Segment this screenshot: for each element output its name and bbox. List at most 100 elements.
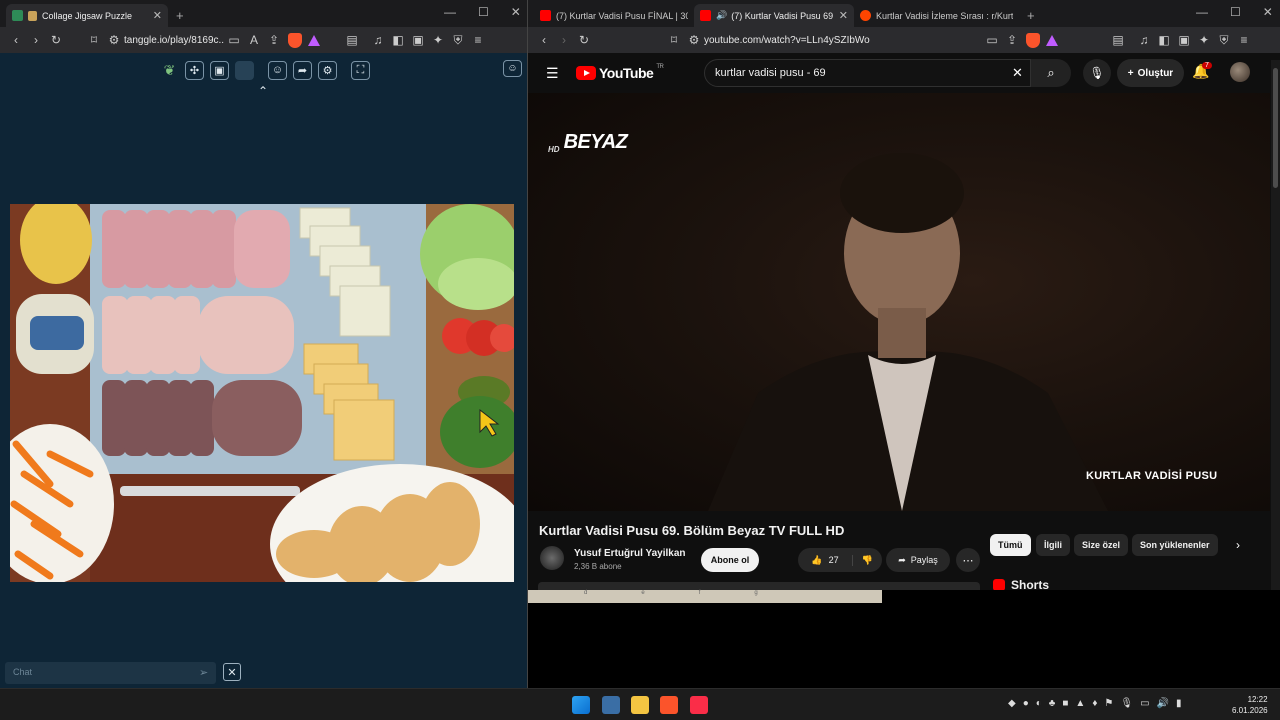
- system-clock[interactable]: 12:22 6.01.2026: [1232, 694, 1268, 716]
- battery-icon[interactable]: ▮: [1176, 698, 1182, 709]
- bookmark-icon[interactable]: ⌑: [664, 33, 684, 47]
- reload-icon[interactable]: ↻: [46, 33, 66, 47]
- tray-app-icon[interactable]: ♦: [1092, 698, 1097, 709]
- more-actions-icon[interactable]: ⋯: [956, 548, 980, 572]
- background-square-icon[interactable]: [235, 60, 254, 80]
- sidebar-icon[interactable]: ◧: [388, 33, 408, 47]
- leo-icon[interactable]: ✦: [428, 33, 448, 47]
- users-icon[interactable]: ☺: [268, 60, 287, 80]
- brave-rewards-icon[interactable]: [308, 34, 320, 46]
- like-button[interactable]: 👍 27: [798, 554, 853, 566]
- new-tab-button[interactable]: +: [168, 4, 192, 27]
- microphone-icon[interactable]: 🎙: [1083, 59, 1111, 87]
- minimize-icon[interactable]: —: [444, 5, 456, 19]
- page-scrollbar[interactable]: [1271, 60, 1280, 590]
- new-tab-button[interactable]: +: [1019, 4, 1043, 27]
- close-tab-icon[interactable]: ✕: [153, 9, 162, 22]
- start-windows-icon[interactable]: [572, 696, 590, 714]
- players-icon[interactable]: ☺: [503, 60, 522, 77]
- share-page-icon[interactable]: ⇪: [264, 33, 284, 47]
- collapse-chevron-icon[interactable]: ⌃: [258, 84, 268, 98]
- account-avatar[interactable]: [1230, 62, 1250, 82]
- settings-icon[interactable]: ⚙: [318, 60, 337, 80]
- close-chat-icon[interactable]: ✕: [223, 663, 241, 681]
- site-info-icon[interactable]: ⚙: [684, 33, 704, 47]
- tab-search-icon[interactable]: ▤: [342, 33, 362, 47]
- youtube-logo[interactable]: YouTube TR: [576, 64, 664, 81]
- close-tab-icon[interactable]: ✕: [839, 9, 848, 22]
- video-player[interactable]: HD BEYAZ KURTLAR VADİSİ PUSU: [528, 93, 1270, 511]
- close-window-icon[interactable]: ✕: [511, 5, 521, 19]
- address-bar[interactable]: tanggle.io/play/8169c...: [124, 35, 224, 46]
- cast-icon[interactable]: ▭: [224, 33, 244, 47]
- puzzle-piece-icon[interactable]: ✣: [185, 60, 204, 80]
- translate-icon[interactable]: A: [244, 33, 264, 47]
- file-explorer-icon[interactable]: [631, 696, 649, 714]
- tray-app-icon[interactable]: ●: [1023, 698, 1029, 709]
- vpn-icon[interactable]: ⛨: [448, 33, 468, 48]
- chip-all[interactable]: Tümü: [990, 534, 1031, 556]
- share-icon[interactable]: ➦: [293, 60, 312, 80]
- tray-app-icon[interactable]: ▲: [1075, 698, 1085, 709]
- hamburger-menu-icon[interactable]: ☰: [546, 65, 559, 82]
- media-icon[interactable]: ♫: [368, 33, 388, 47]
- tab-search-icon[interactable]: ▤: [1108, 33, 1128, 47]
- maximize-icon[interactable]: ☐: [478, 5, 489, 19]
- chip-recent-uploads[interactable]: Son yüklenenler: [1132, 534, 1218, 556]
- search-input[interactable]: kurtlar vadisi pusu - 69: [704, 59, 1031, 87]
- wallet-icon[interactable]: ▣: [1174, 33, 1194, 47]
- tray-app-icon[interactable]: ■: [1062, 698, 1068, 709]
- close-window-icon[interactable]: ✕: [1263, 5, 1273, 19]
- chat-input[interactable]: Chat: [5, 662, 216, 684]
- back-icon[interactable]: ‹: [6, 33, 26, 47]
- tray-app-icon[interactable]: ⚑: [1104, 698, 1113, 709]
- site-info-icon[interactable]: ⚙: [104, 33, 124, 47]
- tab-kvp-final[interactable]: (7) Kurtlar Vadisi Pusu FİNAL | 300. B: [534, 4, 694, 27]
- create-button[interactable]: + Oluştur: [1117, 59, 1184, 87]
- tanggle-leaf-icon[interactable]: ❦: [160, 61, 179, 80]
- send-icon[interactable]: ➢: [199, 666, 208, 679]
- image-icon[interactable]: ▣: [210, 60, 229, 80]
- jigsaw-puzzle-board[interactable]: [10, 204, 514, 582]
- search-button[interactable]: ⌕: [1031, 59, 1071, 87]
- tab-collage-jigsaw[interactable]: Collage Jigsaw Puzzle ✕: [6, 4, 168, 27]
- brave-shields-icon[interactable]: [288, 32, 302, 48]
- chip-for-you[interactable]: Size özel: [1074, 534, 1129, 556]
- channel-avatar[interactable]: [540, 546, 564, 570]
- dislike-button[interactable]: 👎: [853, 555, 882, 566]
- microphone-tray-icon[interactable]: 🎙: [1120, 698, 1133, 709]
- menu-icon[interactable]: ≡: [468, 33, 488, 47]
- brave-shields-icon[interactable]: [1026, 32, 1040, 48]
- tray-app-icon[interactable]: ◐: [1036, 698, 1042, 709]
- menu-icon[interactable]: ≡: [1234, 33, 1254, 47]
- music-app-icon[interactable]: [690, 696, 708, 714]
- sidebar-icon[interactable]: ◧: [1154, 33, 1174, 47]
- fullscreen-icon[interactable]: ⛶: [351, 60, 370, 80]
- tab-reddit-kvp[interactable]: Kurtlar Vadisi İzleme Sırası : r/Kurtlar…: [854, 4, 1019, 27]
- bookmark-icon[interactable]: ⌑: [84, 33, 104, 47]
- chevron-right-icon[interactable]: ›: [1236, 538, 1240, 552]
- reload-icon[interactable]: ↻: [574, 33, 594, 47]
- media-icon[interactable]: ♫: [1134, 33, 1154, 47]
- clear-search-icon[interactable]: ✕: [1012, 65, 1023, 81]
- forward-icon[interactable]: ›: [26, 33, 46, 47]
- channel-name[interactable]: Yusuf Ertuğrul Yayilkan: [574, 548, 686, 559]
- tray-app-icon[interactable]: ◆: [1008, 698, 1016, 709]
- brave-taskbar-icon[interactable]: [660, 696, 678, 714]
- network-icon[interactable]: ▭: [1140, 698, 1149, 709]
- description-box[interactable]: [538, 582, 980, 590]
- widgets-icon[interactable]: [602, 696, 620, 714]
- forward-icon[interactable]: ›: [554, 33, 574, 47]
- leo-icon[interactable]: ✦: [1194, 33, 1214, 47]
- share-button[interactable]: ➦ Paylaş: [886, 548, 950, 572]
- maximize-icon[interactable]: ☐: [1230, 5, 1241, 19]
- vpn-icon[interactable]: ⛨: [1214, 33, 1234, 48]
- cast-icon[interactable]: ▭: [982, 33, 1002, 47]
- scrollbar-thumb[interactable]: [1273, 68, 1278, 188]
- chip-related[interactable]: İlgili: [1036, 534, 1070, 556]
- share-page-icon[interactable]: ⇪: [1002, 33, 1022, 47]
- volume-icon[interactable]: 🔊: [1157, 698, 1169, 709]
- address-bar[interactable]: youtube.com/watch?v=LLn4ySZIbWo: [704, 35, 982, 46]
- subscribe-button[interactable]: Abone ol: [701, 548, 759, 572]
- audio-playing-icon[interactable]: 🔊: [716, 10, 727, 21]
